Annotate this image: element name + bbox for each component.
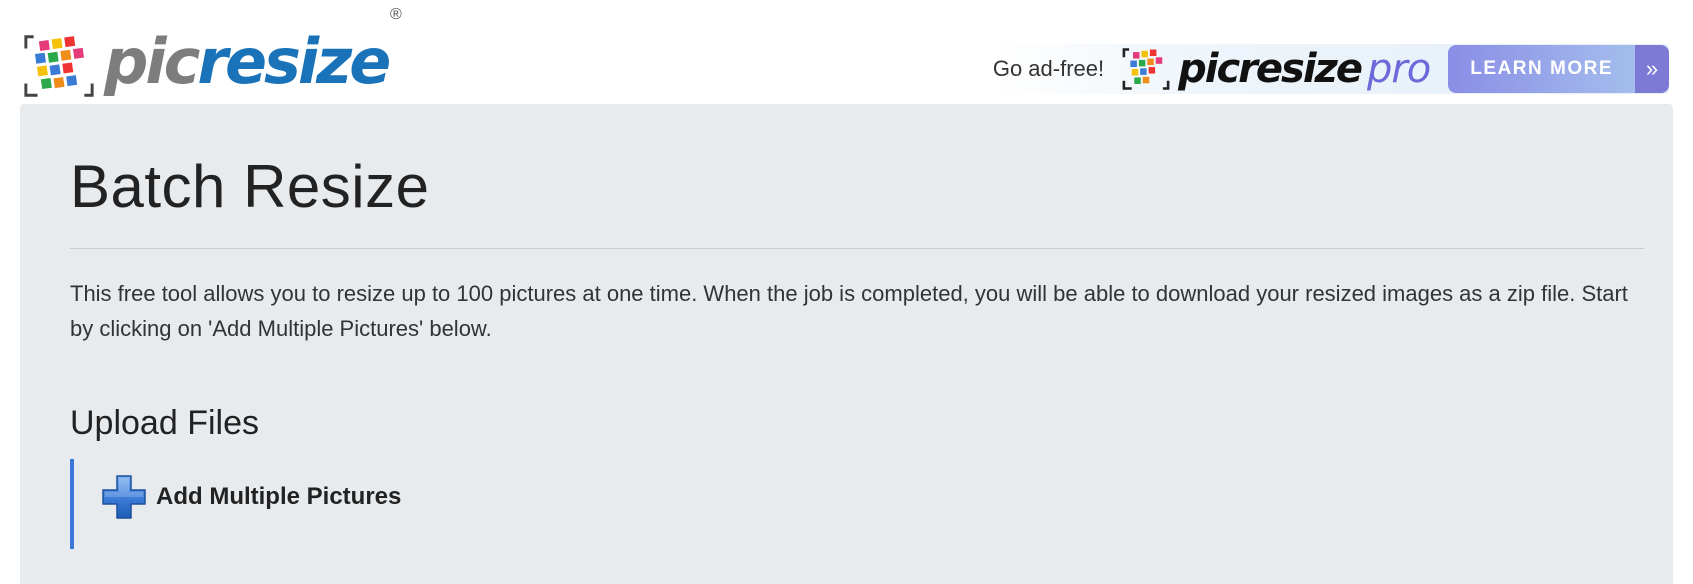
add-multiple-pictures-label: Add Multiple Pictures xyxy=(156,483,402,510)
promo-text: Go ad-free! xyxy=(992,56,1105,81)
picresize-logo[interactable]: picresize xyxy=(20,26,391,106)
upload-box: Add Multiple Pictures xyxy=(70,459,474,549)
registered-mark: ® xyxy=(390,6,402,23)
logo-wordmark: picresize xyxy=(104,31,391,93)
page: picresize ® Go ad-free! picresize pro LE… xyxy=(0,0,1693,584)
page-title: Batch Resize xyxy=(70,153,430,220)
logo-grid-icon xyxy=(24,35,94,97)
pro-suffix-text: pro xyxy=(1366,46,1431,92)
logo-text-pic: pic xyxy=(104,25,200,98)
main-panel: Batch Resize This free tool allows you t… xyxy=(20,104,1673,584)
logo-text-resize: resize xyxy=(197,25,391,98)
learn-more-label: LEARN MORE xyxy=(1470,58,1613,79)
add-multiple-pictures-button[interactable]: Add Multiple Pictures xyxy=(100,473,401,521)
title-divider xyxy=(70,248,1644,249)
intro-text: This free tool allows you to resize up t… xyxy=(70,281,1628,341)
pro-logo-grid-icon xyxy=(1122,48,1170,90)
learn-more-button[interactable]: LEARN MORE » xyxy=(1448,45,1669,93)
go-ad-free-banner[interactable]: Go ad-free! picresize pro LEARN MORE » xyxy=(992,44,1669,94)
plus-icon xyxy=(102,475,146,519)
site-header: picresize ® Go ad-free! picresize pro LE… xyxy=(0,0,1693,104)
double-chevron-right-icon: » xyxy=(1635,45,1669,93)
upload-section-title: Upload Files xyxy=(70,404,259,442)
pro-brand-text: picresize xyxy=(1178,46,1363,92)
